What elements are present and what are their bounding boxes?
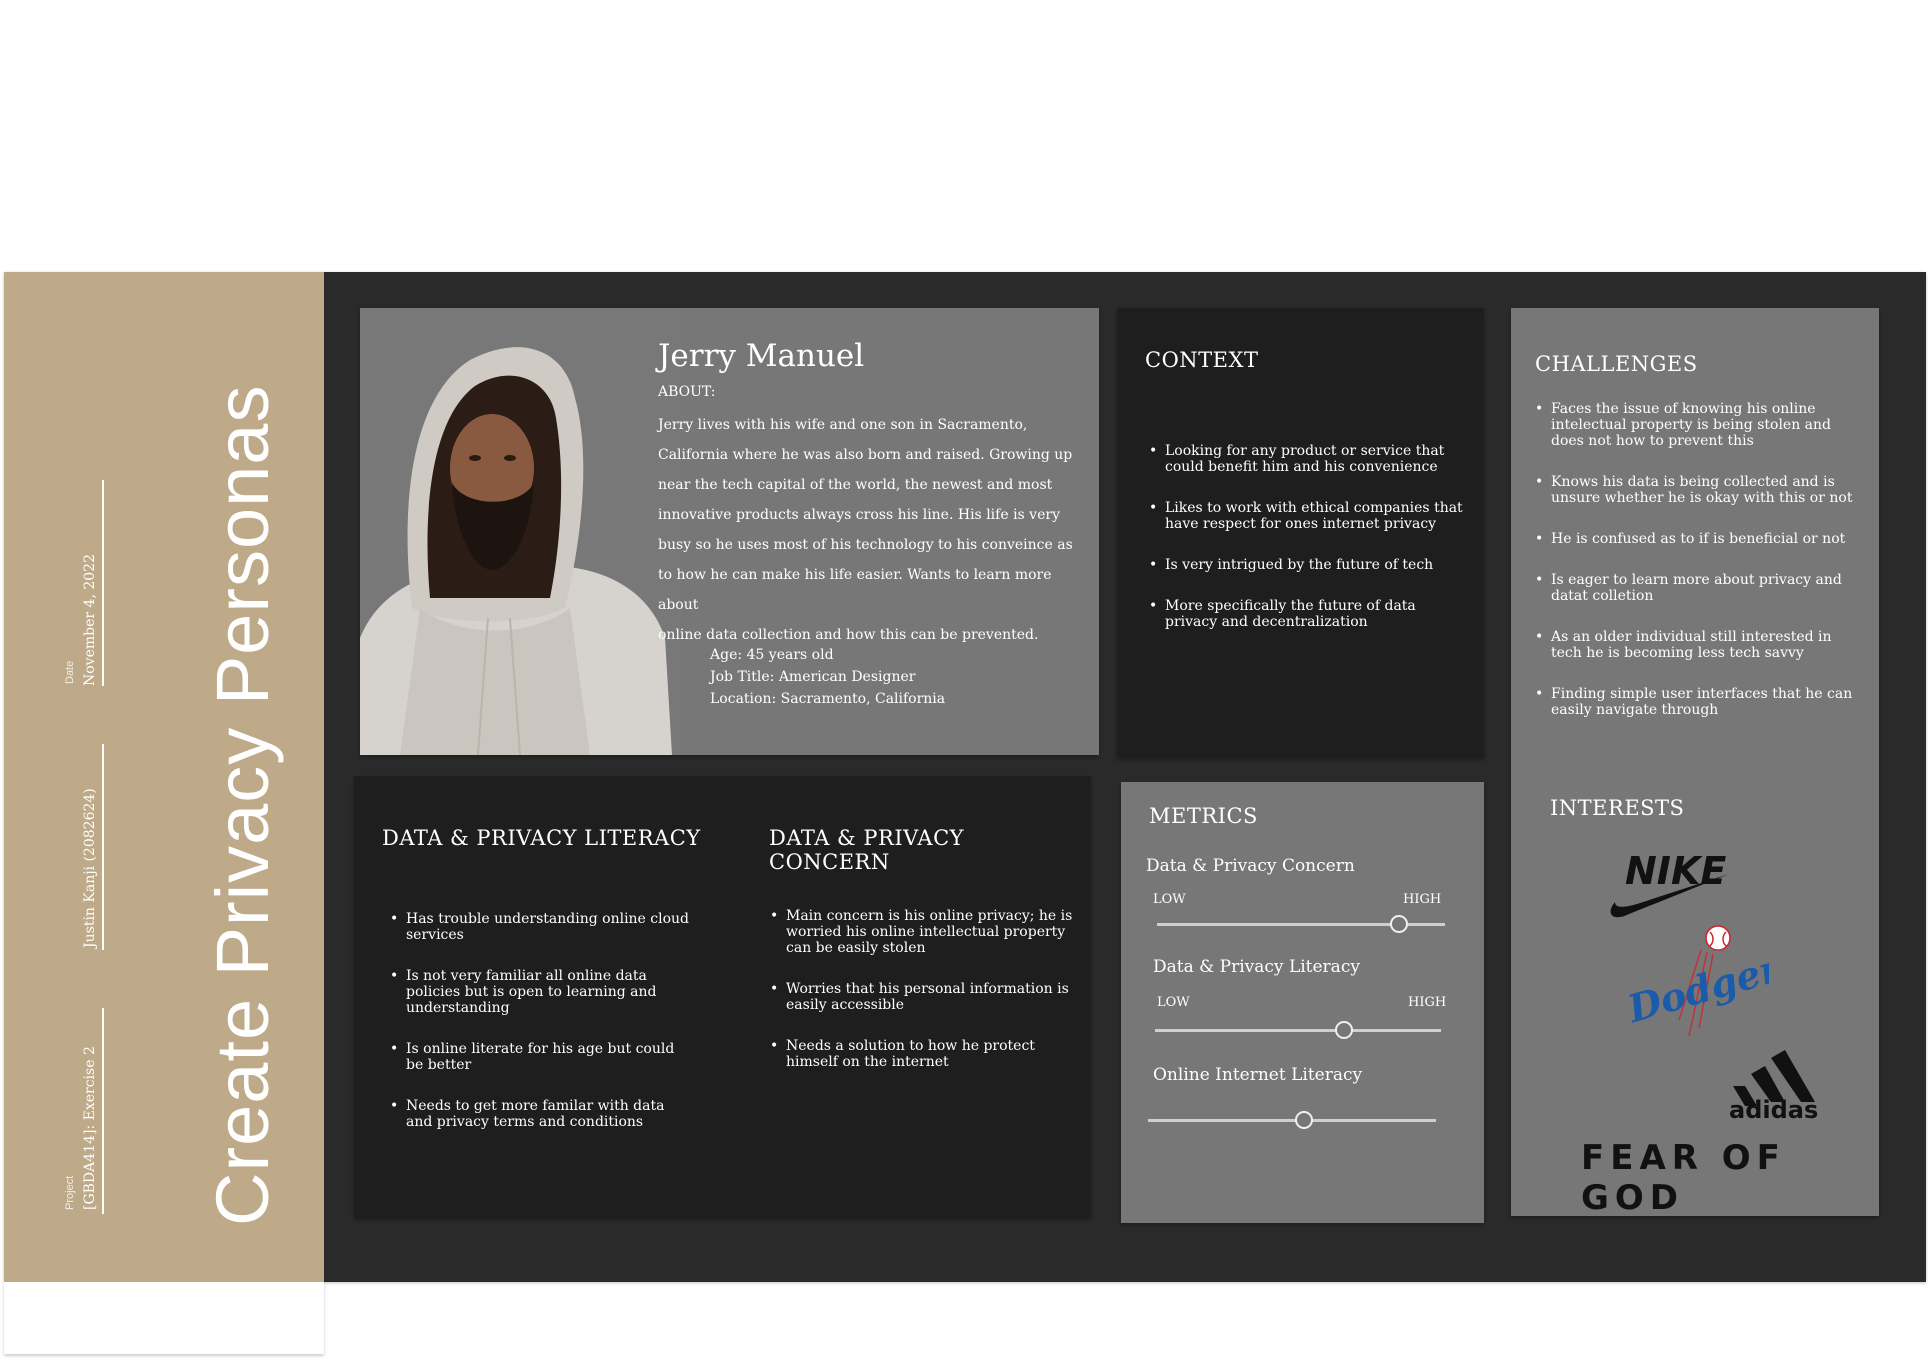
- about-heading: ABOUT:: [658, 384, 716, 400]
- location-fact: Location: Sacramento, California: [710, 691, 946, 707]
- about-line: near the tech capital of the world, the …: [658, 477, 1053, 493]
- list-item: Needs a solution to how he protect himse…: [770, 1038, 1080, 1070]
- project-divider: [102, 1008, 104, 1214]
- context-card: CONTEXT Looking for any product or servi…: [1117, 308, 1484, 758]
- svg-text:NIKE: NIKE: [1625, 850, 1726, 893]
- concern-slider-knob[interactable]: [1389, 915, 1408, 933]
- list-item: Is online literate for his age but could…: [390, 1041, 690, 1073]
- list-item: Needs to get more familar with data and …: [390, 1098, 690, 1130]
- profile-card: Jerry Manuel ABOUT: Jerry lives with his…: [360, 308, 1099, 755]
- list-item: Likes to work with ethical companies tha…: [1149, 500, 1469, 532]
- list-item: Knows his data is being collected and is…: [1535, 474, 1855, 506]
- interests-heading: INTERESTS: [1550, 796, 1685, 820]
- list-item: Is very intrigued by the future of tech: [1149, 557, 1469, 573]
- literacy-list: Has trouble understanding online cloud s…: [390, 911, 690, 1155]
- literacy-slider-label: Data & Privacy Literacy: [1153, 957, 1360, 977]
- adidas-logo-icon: adidas: [1729, 1050, 1818, 1120]
- literacy-heading: DATA & PRIVACY LITERACY: [382, 826, 701, 850]
- list-item: He is confused as to if is beneficial or…: [1535, 531, 1855, 547]
- job-fact: Job Title: American Designer: [710, 669, 916, 685]
- literacy-slider-low: LOW: [1157, 995, 1190, 1010]
- sidebar-footer: [4, 1282, 324, 1354]
- about-line: California where he was also born and ra…: [658, 447, 1073, 463]
- about-line: Jerry lives with his wife and one son in…: [658, 417, 1028, 433]
- persona-facts: Age: 45 years old Job Title: American De…: [710, 644, 945, 710]
- context-heading: CONTEXT: [1145, 348, 1259, 372]
- concern-heading: DATA & PRIVACY CONCERN: [769, 826, 964, 874]
- list-item: More specifically the future of data pri…: [1149, 598, 1469, 630]
- literacy-slider-track[interactable]: [1155, 1029, 1441, 1032]
- internet-slider-knob[interactable]: [1294, 1111, 1313, 1129]
- about-line: busy so he uses most of his technology t…: [658, 537, 1073, 553]
- list-item: Main concern is his online privacy; he i…: [770, 908, 1080, 956]
- literacy-slider-high: HIGH: [1408, 995, 1447, 1010]
- metrics-card: METRICS Data & Privacy Concern LOW HIGH …: [1121, 782, 1484, 1223]
- project-value: [GBDA414]: Exercise 2: [82, 1046, 98, 1210]
- fear-of-god-logo: FEAR OF GOD: [1581, 1138, 1786, 1218]
- persona-name: Jerry Manuel: [658, 338, 865, 374]
- about-text: Jerry lives with his wife and one son in…: [658, 410, 1088, 650]
- list-item: Looking for any product or service that …: [1149, 443, 1469, 475]
- date-label: Date: [64, 660, 76, 684]
- list-item: Has trouble understanding online cloud s…: [390, 911, 690, 943]
- project-label: Project: [64, 1175, 76, 1210]
- about-line: innovative products always cross his lin…: [658, 507, 1060, 523]
- concern-list: Main concern is his online privacy; he i…: [770, 908, 1080, 1095]
- list-item: Finding simple user interfaces that he c…: [1535, 686, 1855, 718]
- internet-slider-track[interactable]: [1148, 1119, 1436, 1122]
- date-value: November 4, 2022: [82, 554, 98, 686]
- literacy-slider-knob[interactable]: [1334, 1021, 1353, 1039]
- author-value: Justin Kanji (2082624): [82, 788, 98, 948]
- age-fact: Age: 45 years old: [710, 647, 834, 663]
- page-title: Create Privacy Personas: [201, 384, 284, 1226]
- challenges-heading: CHALLENGES: [1535, 352, 1698, 376]
- svg-text:Dodgers: Dodgers: [1622, 939, 1769, 1031]
- author-divider: [102, 744, 104, 950]
- context-list: Looking for any product or service that …: [1149, 443, 1469, 655]
- literacy-concern-card: DATA & PRIVACY LITERACY Has trouble unde…: [354, 776, 1091, 1218]
- challenges-card: CHALLENGES Faces the issue of knowing hi…: [1511, 308, 1879, 1218]
- about-line: to how he can make his life easier. Want…: [658, 567, 1052, 613]
- list-item: Is eager to learn more about privacy and…: [1535, 572, 1855, 604]
- date-divider: [102, 480, 104, 686]
- challenges-list: Faces the issue of knowing his online in…: [1535, 401, 1855, 743]
- internet-slider-label: Online Internet Literacy: [1153, 1065, 1363, 1085]
- list-item: Faces the issue of knowing his online in…: [1535, 401, 1855, 449]
- sidebar: Date November 4, 2022 Justin Kanji (2082…: [4, 272, 324, 1282]
- metrics-heading: METRICS: [1149, 804, 1258, 828]
- list-item: As an older individual still interested …: [1535, 629, 1855, 661]
- nike-logo-icon: NIKE: [1610, 850, 1729, 918]
- persona-portrait: [360, 308, 680, 755]
- list-item: Is not very familiar all online data pol…: [390, 968, 690, 1016]
- concern-slider-label: Data & Privacy Concern: [1146, 856, 1355, 876]
- list-item: Worries that his personal information is…: [770, 981, 1080, 1013]
- concern-slider-low: LOW: [1153, 892, 1186, 907]
- concern-slider-high: HIGH: [1403, 892, 1442, 907]
- dodgers-logo-icon: Dodgers: [1622, 925, 1769, 1037]
- svg-text:adidas: adidas: [1729, 1096, 1818, 1120]
